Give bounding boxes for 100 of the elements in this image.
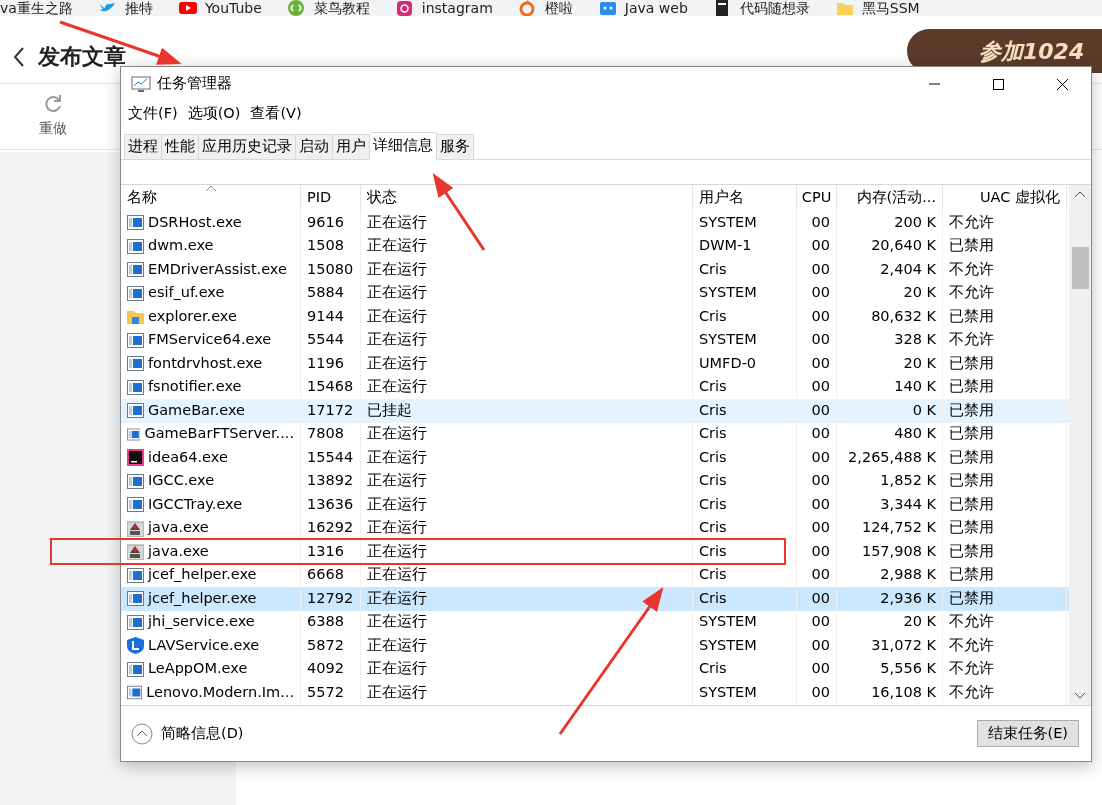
column-header[interactable]: 名称 (121, 185, 301, 211)
bookmark-link[interactable]: instagram (395, 0, 493, 16)
table-cell: 00 (797, 493, 837, 517)
table-row[interactable]: FMService64.exe 5544 正在运行 SYSTEM 00 328 K 不允许 (121, 328, 1069, 352)
redo-button[interactable]: 重做 (33, 93, 73, 140)
menu-item[interactable]: 选项(O) (183, 103, 245, 125)
column-header[interactable]: 状态 (361, 185, 693, 211)
table-cell: 正在运行 (361, 493, 693, 517)
tab[interactable]: 用户 (333, 134, 370, 160)
table-row[interactable]: Lenovo.Modern.Im... 5572 正在运行 SYSTEM 00 16,108 K 不允许 (121, 681, 1069, 705)
bookmark-link[interactable]: 推特 (98, 0, 153, 16)
chevron-up-icon (131, 722, 153, 745)
bookmark-link[interactable]: Java web (598, 0, 688, 16)
table-cell: 已禁用 (943, 469, 1067, 493)
table-cell-text: esif_uf.exe (148, 283, 225, 303)
tab[interactable]: 服务 (437, 134, 474, 160)
tab[interactable]: 进程 (124, 134, 162, 160)
bookmark-link[interactable]: 菜鸟教程 (287, 0, 370, 16)
scroll-up-icon (1075, 191, 1085, 197)
scrollbar-thumb[interactable] (1071, 247, 1089, 289)
table-row[interactable]: IGCC.exe 13892 正在运行 Cris 00 1,852 K 已禁用 (121, 469, 1069, 493)
table-row[interactable]: GameBar.exe 17172 已挂起 Cris 00 0 K 已禁用 (121, 399, 1069, 423)
table-cell: 00 (797, 446, 837, 470)
table-cell: 00 (797, 634, 837, 658)
table-cell: 00 (797, 516, 837, 540)
table-cell: 2,404 K (837, 258, 943, 282)
sort-caret-icon (205, 185, 216, 191)
table-cell: 00 (797, 211, 837, 235)
table-row[interactable]: idea64.exe 15544 正在运行 Cris 00 2,265,488 K 已禁用 (121, 446, 1069, 470)
bookmark-link[interactable]: 代码随想录 (713, 0, 810, 16)
code-icon (287, 0, 306, 16)
table-row[interactable]: java.exe 16292 正在运行 Cris 00 124,752 K 已禁用 (121, 516, 1069, 540)
ring-icon (518, 0, 537, 16)
tab[interactable]: 详细信息 (370, 132, 437, 160)
window-title: 任务管理器 (157, 74, 232, 94)
table-row[interactable]: GameBarFTServer.... 7808 正在运行 Cris 00 480 K 已禁用 (121, 422, 1069, 446)
table-row[interactable]: fontdrvhost.exe 1196 正在运行 UMFD-0 00 20 K 已禁用 (121, 352, 1069, 376)
page-title: 发布文章 (38, 43, 126, 71)
table-row[interactable]: EMDriverAssist.exe 15080 正在运行 Cris 00 2,404 K 不允许 (121, 258, 1069, 282)
column-header[interactable]: PID (301, 185, 361, 211)
app-window-icon (127, 566, 144, 584)
app-window-icon (127, 613, 144, 631)
table-row[interactable]: explorer.exe 9144 正在运行 Cris 00 80,632 K 已禁用 (121, 305, 1069, 329)
table-cell: Cris (693, 493, 797, 517)
table-cell-text: java.exe (148, 518, 209, 538)
table-row[interactable]: jhi_service.exe 6388 正在运行 SYSTEM 00 20 K 不允许 (121, 610, 1069, 634)
tab[interactable]: 性能 (162, 134, 199, 160)
table-cell: 20,640 K (837, 234, 943, 258)
table-cell: 正在运行 (361, 634, 693, 658)
app-window-icon (127, 472, 144, 490)
table-cell: 正在运行 (361, 258, 693, 282)
column-header[interactable]: 内存(活动... (837, 185, 943, 211)
table-cell: 80,632 K (837, 305, 943, 329)
table-cell: 200 K (837, 211, 943, 235)
table-cell: 00 (797, 399, 837, 423)
column-header[interactable]: 用户名 (693, 185, 797, 211)
table-cell: Cris (693, 422, 797, 446)
bookmark-link[interactable]: 橙啦 (518, 0, 573, 16)
table-cell: Cris (693, 516, 797, 540)
table-row[interactable]: dwm.exe 1508 正在运行 DWM-1 00 20,640 K 已禁用 (121, 234, 1069, 258)
table-cell: 17172 (301, 399, 361, 423)
end-task-button[interactable]: 结束任务(E) (976, 719, 1079, 748)
app-window-icon (127, 425, 141, 443)
app-window-icon (127, 378, 144, 396)
menu-item[interactable]: 文件(F) (124, 103, 182, 125)
bookmark-link[interactable]: YouTube (178, 0, 262, 16)
bookmark-link[interactable]: va重生之路 (0, 1, 73, 16)
tab[interactable]: 启动 (296, 134, 333, 160)
table-row[interactable]: DSRHost.exe 9616 正在运行 SYSTEM 00 200 K 不允许 (121, 211, 1069, 235)
table-cell: 已禁用 (943, 446, 1067, 470)
table-row[interactable]: esif_uf.exe 5884 正在运行 SYSTEM 00 20 K 不允许 (121, 281, 1069, 305)
camera-icon (395, 0, 414, 16)
table-cell: Cris (693, 305, 797, 329)
table-row[interactable]: LeAppOM.exe 4092 正在运行 Cris 00 5,556 K 不允许 (121, 657, 1069, 681)
table-cell: 00 (797, 281, 837, 305)
table-cell: 已禁用 (943, 305, 1067, 329)
table-row[interactable]: IGCCTray.exe 13636 正在运行 Cris 00 3,344 K 已禁用 (121, 493, 1069, 517)
table-cell: 00 (797, 469, 837, 493)
table-cell: 5544 (301, 328, 361, 352)
table-cell: Cris (693, 446, 797, 470)
column-header[interactable]: UAC 虚拟化 (943, 185, 1067, 211)
table-cell: Cris (693, 258, 797, 282)
collapse-toggle[interactable]: 简略信息(D) (131, 722, 244, 745)
table-cell: 124,752 K (837, 516, 943, 540)
table-cell: SYSTEM (693, 211, 797, 235)
column-header[interactable]: CPU (797, 185, 837, 211)
table-row[interactable]: LAVService.exe 5872 正在运行 SYSTEM 00 31,072 K 不允许 (121, 634, 1069, 658)
table-row[interactable]: jcef_helper.exe 12792 正在运行 Cris 00 2,936 K 已禁用 (121, 587, 1069, 611)
menu-item[interactable]: 查看(V) (246, 103, 306, 125)
table-cell: 5572 (301, 681, 361, 705)
table-cell: 1508 (301, 234, 361, 258)
table-cell: 2,265,488 K (837, 446, 943, 470)
app-window-icon (127, 402, 144, 420)
table-cell: SYSTEM (693, 281, 797, 305)
table-cell-text: fontdrvhost.exe (148, 353, 263, 373)
table-cell: 3,344 K (837, 493, 943, 517)
bookmark-link[interactable]: 黑马SSM (835, 0, 920, 16)
tab[interactable]: 应用历史记录 (199, 134, 296, 160)
back-icon[interactable] (12, 45, 26, 68)
table-cell: 9616 (301, 211, 361, 235)
